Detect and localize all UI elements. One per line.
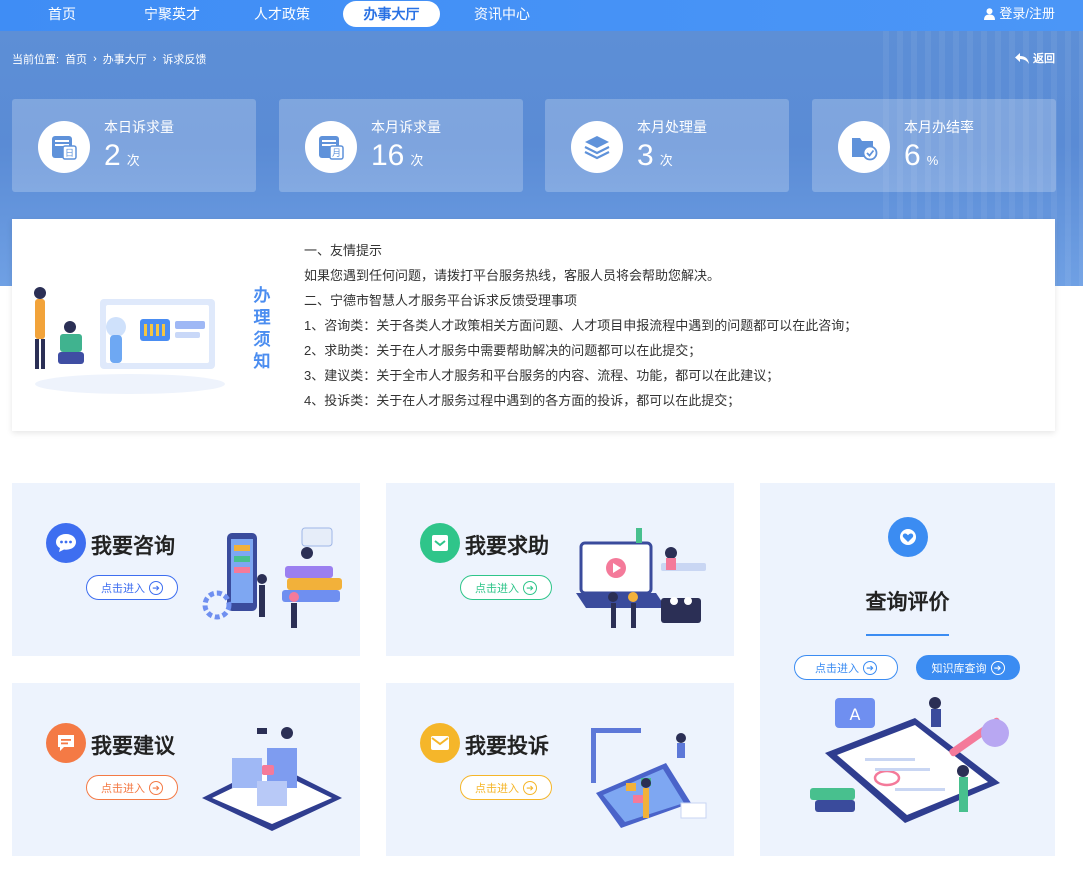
layers-icon bbox=[571, 121, 623, 173]
chat-bubble-icon bbox=[46, 523, 86, 563]
notice-line: 3、建议类：关于全市人才服务和平台服务的内容、流程、功能，都可以在此建议； bbox=[304, 368, 780, 383]
nav-service-hall[interactable]: 办事大厅 bbox=[343, 1, 440, 27]
notice-panel: 办 理 须 知 一、友情提示 如果您遇到任何问题，请拨打平台服务热线，客服人员将… bbox=[12, 219, 1055, 431]
arrow-right-icon: ➔ bbox=[149, 580, 163, 595]
notice-line: 一、友情提示 bbox=[304, 243, 383, 258]
arrow-right-icon: ➔ bbox=[990, 660, 1005, 675]
suggest-title: 我要建议 bbox=[91, 735, 175, 758]
knowledge-base-button[interactable]: 知识库查询 ➔ bbox=[916, 655, 1020, 680]
login-link[interactable]: 登录/注册 bbox=[984, 0, 1055, 28]
notice-line: 4、投诉类：关于在人才服务过程中遇到的各方面的投诉，都可以在此提交； bbox=[304, 393, 741, 408]
heart-shield-icon bbox=[888, 517, 928, 557]
user-icon bbox=[984, 8, 996, 20]
consult-illustration bbox=[202, 527, 342, 628]
title-underline bbox=[866, 634, 949, 636]
stat-completion-rate: 本月办结率 6% bbox=[812, 99, 1056, 192]
breadcrumb-service-hall[interactable]: 办事大厅 bbox=[103, 51, 147, 67]
suggest-illustration bbox=[202, 727, 342, 831]
stat-label: 本月诉求量 bbox=[371, 119, 441, 135]
folder-check-icon bbox=[838, 121, 890, 173]
stat-value: 2次 bbox=[104, 139, 140, 172]
stat-label: 本日诉求量 bbox=[104, 119, 174, 135]
arrow-right-icon: ➔ bbox=[523, 780, 537, 795]
notice-vertical-title: 办 理 须 知 bbox=[253, 286, 271, 371]
help-enter-button[interactable]: 点击进入 ➔ bbox=[460, 575, 552, 600]
stat-value: 16 次 bbox=[371, 139, 424, 172]
stat-value: 6% bbox=[904, 139, 939, 172]
consult-enter-button[interactable]: 点击进入 ➔ bbox=[86, 575, 178, 600]
back-arrow-icon bbox=[1015, 52, 1029, 64]
breadcrumb-prefix: 当前位置: bbox=[12, 54, 60, 66]
nav-talent-policy[interactable]: 人才政策 bbox=[250, 0, 314, 28]
login-label: 登录/注册 bbox=[999, 6, 1055, 21]
svg-text:月: 月 bbox=[332, 148, 341, 159]
nav-news-center[interactable]: 资讯中心 bbox=[470, 0, 534, 28]
calendar-month-icon: 月 bbox=[305, 121, 357, 173]
message-lines-icon bbox=[46, 723, 86, 763]
evaluate-illustration: A bbox=[810, 697, 1009, 823]
complain-illustration bbox=[591, 728, 707, 828]
notice-illustration bbox=[34, 287, 225, 394]
calendar-day-icon: 日 bbox=[38, 121, 90, 173]
notice-line: 1、咨询类：关于各类人才政策相关方面问题、人才项目申报流程中遇到的问题都可以在此… bbox=[304, 318, 858, 333]
complain-title: 我要投诉 bbox=[465, 735, 549, 758]
suggest-enter-button[interactable]: 点击进入 ➔ bbox=[86, 775, 178, 800]
stat-value: 3次 bbox=[637, 139, 673, 172]
evaluate-title: 查询评价 bbox=[865, 591, 950, 614]
arrow-right-icon: ➔ bbox=[863, 660, 877, 675]
arrow-right-icon: ➔ bbox=[523, 580, 537, 595]
stat-label: 本月办结率 bbox=[904, 119, 974, 135]
envelope-open-icon bbox=[420, 523, 460, 563]
breadcrumb-home[interactable]: 首页 bbox=[65, 51, 87, 67]
stat-monthly-requests: 月 本月诉求量 16 次 bbox=[279, 99, 523, 192]
consult-title: 我要咨询 bbox=[91, 535, 175, 558]
arrow-right-icon: ➔ bbox=[149, 780, 163, 795]
svg-text:日: 日 bbox=[65, 148, 74, 159]
svg-text:A: A bbox=[850, 705, 861, 724]
complain-card[interactable]: 我要投诉 点击进入 ➔ bbox=[386, 683, 734, 856]
back-label: 返回 bbox=[1033, 53, 1055, 65]
breadcrumb-sep: › bbox=[93, 53, 97, 65]
nav-ningju-talent[interactable]: 宁聚英才 bbox=[140, 0, 204, 28]
breadcrumb: 当前位置: 首页 › 办事大厅 › 诉求反馈 bbox=[12, 51, 206, 67]
notice-line: 二、宁德市智慧人才服务平台诉求反馈受理事项 bbox=[304, 293, 578, 308]
nav-home[interactable]: 首页 bbox=[40, 0, 84, 28]
top-nav: 首页 宁聚英才 人才政策 办事大厅 资讯中心 登录/注册 bbox=[0, 0, 1083, 31]
notice-line: 如果您遇到任何问题，请拨打平台服务热线，客服人员将会帮助您解决。 bbox=[304, 268, 721, 283]
stat-daily-requests: 日 本日诉求量 2次 bbox=[12, 99, 256, 192]
evaluate-enter-button[interactable]: 点击进入 ➔ bbox=[794, 655, 898, 680]
help-illustration bbox=[576, 528, 706, 628]
evaluate-card: 查询评价 点击进入 ➔ 知识库查询 ➔ A bbox=[760, 483, 1055, 856]
notice-line: 2、求助类：关于在人才服务中需要帮助解决的问题都可以在此提交； bbox=[304, 343, 702, 358]
notice-lines: 一、友情提示 如果您遇到任何问题，请拨打平台服务热线，客服人员将会帮助您解决。 … bbox=[304, 238, 857, 413]
help-card[interactable]: 我要求助 点击进入 ➔ bbox=[386, 483, 734, 656]
help-title: 我要求助 bbox=[465, 535, 549, 558]
breadcrumb-current: 诉求反馈 bbox=[162, 54, 207, 66]
consult-card[interactable]: 我要咨询 点击进入 ➔ bbox=[12, 483, 360, 656]
complain-enter-button[interactable]: 点击进入 ➔ bbox=[460, 775, 552, 800]
mail-icon bbox=[420, 723, 460, 763]
breadcrumb-sep: › bbox=[152, 53, 157, 65]
suggest-card[interactable]: 我要建议 点击进入 ➔ bbox=[12, 683, 360, 856]
stat-label: 本月处理量 bbox=[637, 119, 707, 135]
back-button[interactable]: 返回 bbox=[1015, 50, 1055, 66]
stat-monthly-processed: 本月处理量 3次 bbox=[545, 99, 789, 192]
